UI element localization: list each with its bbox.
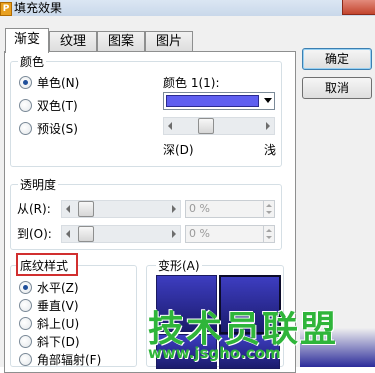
tab-pattern[interactable]: 图案 (97, 31, 145, 52)
arrow-left-icon[interactable] (66, 205, 70, 213)
radio-diagonal-up-label: 斜上(U) (37, 317, 80, 331)
chevron-down-icon (264, 98, 272, 103)
light-label: 浅 (264, 143, 277, 157)
from-value: 0 % (189, 202, 210, 215)
from-spinbox[interactable]: 0 % (185, 200, 275, 218)
radio-single-color-label: 单色(N) (37, 76, 80, 90)
radio-diagonal-down[interactable] (19, 335, 32, 348)
tab-gradient[interactable]: 渐变 (5, 28, 49, 53)
to-value: 0 % (189, 227, 210, 240)
shading-label-highlight: 底纹样式 (16, 253, 78, 276)
arrow-right-icon[interactable] (172, 205, 176, 213)
spin-up-icon[interactable] (266, 204, 272, 207)
arrow-right-icon[interactable] (172, 230, 176, 238)
radio-vertical[interactable] (19, 299, 32, 312)
radio-preset[interactable] (19, 122, 32, 135)
watermark-url: www.jsgho.com (148, 344, 281, 362)
color1-swatch (166, 95, 259, 107)
cancel-button[interactable]: 取消 (302, 77, 372, 99)
arrow-left-icon[interactable] (168, 122, 172, 130)
variants-group-label: 变形(A) (156, 257, 202, 274)
radio-single-color[interactable] (19, 76, 32, 89)
close-button[interactable] (342, 0, 375, 15)
shading-group-label: 底纹样式 (20, 259, 69, 273)
to-spinbox[interactable]: 0 % (185, 225, 275, 243)
spin-up-icon[interactable] (266, 229, 272, 232)
tab-texture[interactable]: 纹理 (49, 31, 97, 52)
radio-two-colors-label: 双色(T) (37, 99, 78, 113)
arrow-right-icon[interactable] (266, 122, 270, 130)
radio-diagonal-up[interactable] (19, 317, 32, 330)
app-icon: P (0, 2, 12, 16)
radio-diagonal-down-label: 斜下(D) (37, 335, 80, 349)
color1-label: 颜色 1(1): (163, 76, 220, 90)
from-label: 从(R): (17, 202, 51, 216)
arrow-left-icon[interactable] (66, 230, 70, 238)
from-slider[interactable] (61, 200, 181, 218)
shade-slider[interactable] (163, 117, 275, 135)
color-group-label: 颜色 (18, 53, 47, 70)
radio-two-colors[interactable] (19, 99, 32, 112)
to-slider[interactable] (61, 225, 181, 243)
color1-dropdown[interactable] (163, 92, 275, 110)
dark-label: 深(D) (163, 143, 194, 157)
to-spin-buttons[interactable] (263, 226, 274, 242)
spin-down-icon[interactable] (266, 236, 272, 239)
to-label: 到(O): (17, 227, 52, 241)
to-slider-thumb[interactable] (78, 226, 94, 242)
from-slider-thumb[interactable] (78, 201, 94, 217)
radio-vertical-label: 垂直(V) (37, 299, 79, 313)
tab-picture[interactable]: 图片 (145, 31, 193, 52)
radio-from-corner-label: 角部辐射(F) (37, 353, 102, 367)
radio-preset-label: 预设(S) (37, 122, 78, 136)
from-spin-buttons[interactable] (263, 201, 274, 217)
transparency-group-label: 透明度 (18, 176, 59, 193)
window-title: 填充效果 (14, 1, 63, 15)
spin-down-icon[interactable] (266, 211, 272, 214)
shade-slider-thumb[interactable] (198, 118, 214, 134)
ok-button[interactable]: 确定 (302, 48, 372, 70)
radio-from-corner[interactable] (19, 353, 32, 366)
title-bar: P 填充效果 (0, 0, 375, 17)
radio-horizontal[interactable] (19, 281, 32, 294)
radio-horizontal-label: 水平(Z) (37, 281, 79, 295)
